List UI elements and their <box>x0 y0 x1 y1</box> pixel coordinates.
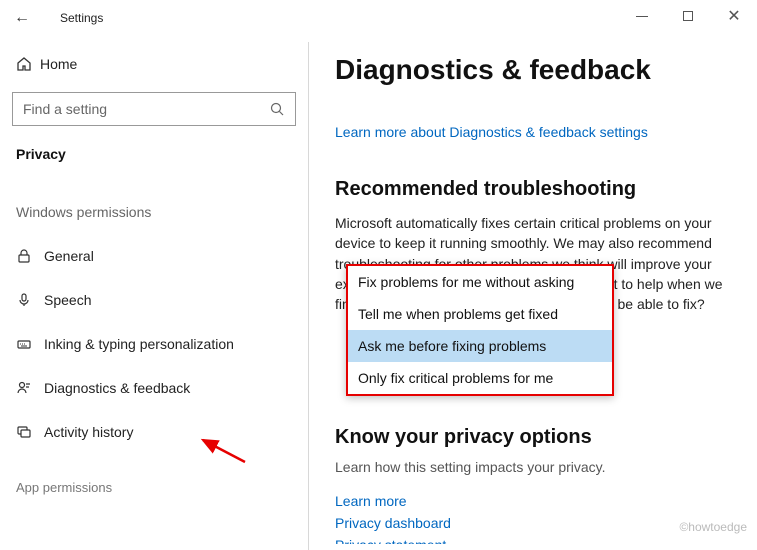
dropdown-option[interactable]: Tell me when problems get fixed <box>348 298 612 330</box>
microphone-icon <box>16 292 44 308</box>
dropdown-option[interactable]: Only fix critical problems for me <box>348 362 612 394</box>
sidebar-item-label: General <box>44 248 94 264</box>
home-icon <box>16 56 40 72</box>
sidebar-item-inking[interactable]: Inking & typing personalization <box>12 322 296 366</box>
privacy-dashboard-link[interactable]: Privacy dashboard <box>335 513 737 535</box>
sidebar-item-label: Inking & typing personalization <box>44 336 234 352</box>
search-icon <box>269 101 285 117</box>
history-icon <box>16 424 44 440</box>
sidebar-home[interactable]: Home <box>12 44 296 84</box>
learn-more-link-2[interactable]: Learn more <box>335 491 737 513</box>
sidebar-item-label: Speech <box>44 292 91 308</box>
sidebar-home-label: Home <box>40 56 77 72</box>
lock-icon <box>16 248 44 264</box>
privacy-subtext: Learn how this setting impacts your priv… <box>335 459 737 475</box>
feedback-icon <box>16 380 44 396</box>
window-title: Settings <box>60 11 103 25</box>
dropdown-option[interactable]: Fix problems for me without asking <box>348 266 612 298</box>
close-button[interactable]: ✕ <box>711 0 757 32</box>
sidebar-item-speech[interactable]: Speech <box>12 278 296 322</box>
maximize-button[interactable] <box>665 0 711 32</box>
page-title: Diagnostics & feedback <box>335 54 737 86</box>
sidebar-item-diagnostics[interactable]: Diagnostics & feedback <box>12 366 296 410</box>
sidebar-item-activity[interactable]: Activity history <box>12 410 296 454</box>
sidebar-app-permissions: App permissions <box>12 480 296 495</box>
search-placeholder: Find a setting <box>23 101 107 117</box>
recommended-heading: Recommended troubleshooting <box>335 178 737 201</box>
sidebar-section-privacy: Privacy <box>12 146 296 162</box>
learn-more-link[interactable]: Learn more about Diagnostics & feedback … <box>335 124 737 140</box>
minimize-button[interactable] <box>619 0 665 32</box>
sidebar: Home Find a setting Privacy Windows perm… <box>0 36 308 544</box>
sidebar-item-general[interactable]: General <box>12 234 296 278</box>
privacy-heading: Know your privacy options <box>335 426 737 449</box>
dropdown-option-selected[interactable]: Ask me before fixing problems <box>348 330 612 362</box>
sidebar-subsection: Windows permissions <box>12 204 296 220</box>
privacy-statement-link[interactable]: Privacy statement <box>335 535 737 544</box>
sidebar-item-label: Activity history <box>44 424 133 440</box>
keyboard-icon <box>16 336 44 352</box>
search-input[interactable]: Find a setting <box>12 92 296 126</box>
watermark: ©howtoedge <box>679 520 747 534</box>
sidebar-item-label: Diagnostics & feedback <box>44 380 190 396</box>
troubleshooting-dropdown[interactable]: Fix problems for me without asking Tell … <box>346 264 614 396</box>
back-button[interactable]: ← <box>14 9 38 27</box>
